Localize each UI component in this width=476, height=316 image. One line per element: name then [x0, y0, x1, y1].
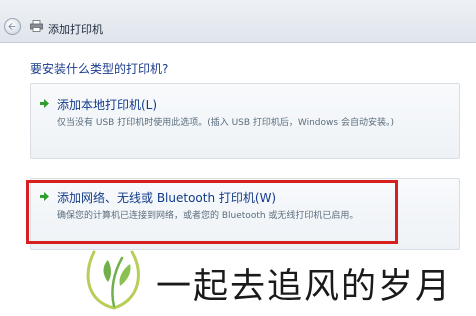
highlight-box: [26, 180, 398, 244]
leaf-logo: [86, 250, 140, 310]
option-title: 添加本地打印机(L): [57, 98, 158, 112]
back-arrow-icon: [7, 22, 16, 31]
back-button[interactable]: [4, 18, 21, 35]
green-arrow-icon: [40, 99, 49, 108]
watermark-text: 一起去追风的岁月: [156, 267, 453, 307]
option-description: 仅当没有 USB 打印机时使用此选项。(插入 USB 打印机后，Windows …: [57, 118, 394, 128]
page-question: 要安装什么类型的打印机?: [30, 62, 169, 76]
add-local-printer-option[interactable]: 添加本地打印机(L) 仅当没有 USB 打印机时使用此选项。(插入 USB 打印…: [30, 83, 460, 159]
title-bar: 添加打印机: [0, 0, 476, 43]
window-title: 添加打印机: [48, 23, 103, 36]
watermark: 一起去追风的岁月: [76, 240, 476, 316]
printer-icon: [30, 20, 43, 32]
